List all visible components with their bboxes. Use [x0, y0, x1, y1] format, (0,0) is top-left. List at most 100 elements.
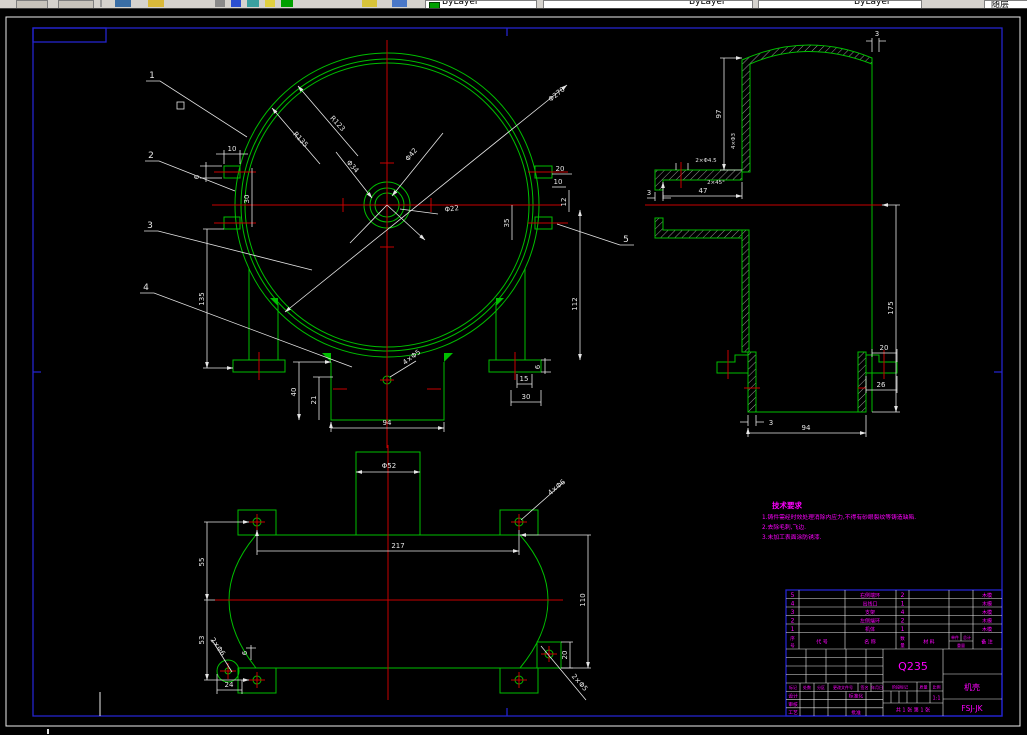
balloon-1: 1 — [149, 71, 155, 81]
bom-row-remark: 木模 — [982, 601, 992, 608]
bom-row-no: 5 — [791, 592, 795, 599]
dim-g15: 15 — [520, 375, 529, 383]
dim-b-53: 53 — [198, 636, 206, 645]
bom-row-qty: 1 — [901, 626, 905, 633]
dim-g30: 30 — [522, 393, 531, 401]
dim-s-2xd45: 2×Φ4.5 — [695, 158, 717, 164]
role-check: 审核 — [788, 701, 798, 708]
dim-s-26: 26 — [877, 381, 886, 389]
dim-s-chamfer: 2×45° — [707, 180, 725, 186]
notes-line-2: 2.去除毛刺,飞边. — [762, 523, 806, 531]
layer-color-icon[interactable] — [231, 0, 241, 7]
dim-s-97: 97 — [715, 110, 723, 119]
material-value: Q235 — [898, 660, 928, 673]
bom-row-qty: 1 — [901, 601, 905, 608]
bom-row-name: 左侧端环 — [860, 618, 880, 625]
bom-row-name: 支架 — [865, 609, 875, 616]
command-line[interactable] — [0, 727, 1027, 735]
stage-label: 阶段标记 — [892, 684, 908, 690]
ucs-icon[interactable] — [115, 0, 131, 7]
bom-row-name: 右侧端环 — [860, 592, 880, 599]
dim-u12: 12 — [560, 198, 568, 207]
dim-d42: Φ42 — [404, 147, 419, 163]
dim-b-4xd6: 4×Φ6 — [546, 478, 567, 498]
dim-r123: R123 — [328, 114, 346, 133]
layer-bulb-icon[interactable] — [265, 0, 275, 7]
layers-icon[interactable] — [148, 0, 164, 7]
rev-count: 处数 — [803, 684, 811, 690]
bom-row-remark: 木模 — [982, 626, 992, 633]
dim-g6: 6 — [534, 364, 542, 369]
bom-row-qty: 4 — [901, 609, 905, 616]
dim-b-d52: Φ52 — [382, 462, 396, 470]
bom-row-remark: 木模 — [982, 618, 992, 625]
revision-labels: 标记 处数 分区 更改文件号 签名 年月日 — [789, 684, 883, 690]
dim-f40: 40 — [290, 388, 298, 397]
rev-zone: 分区 — [817, 684, 825, 690]
command-caret — [47, 729, 49, 734]
bom-header-qty: 数 — [900, 635, 905, 642]
bom-row-qty: 2 — [901, 592, 905, 599]
layer-previous-icon[interactable] — [392, 0, 407, 7]
bom-table: 序 号 代 号 名 称 数 量 材 料 单件 总计 重量 备 注 5 右侧端环 … — [785, 589, 1003, 717]
bom-row-no: 2 — [791, 618, 795, 625]
balloon-5: 5 — [623, 235, 629, 245]
color-combo-value: ByLayer — [442, 0, 479, 7]
balloon-4: 4 — [143, 283, 149, 293]
make-layer-icon[interactable] — [362, 0, 377, 7]
title-block: 标记 处数 分区 更改文件号 签名 年月日 设计 标准化 审核 工艺 批准 Q2… — [786, 649, 1002, 716]
bom-header-name: 名 称 — [864, 639, 876, 646]
layer-state-icon[interactable] — [215, 0, 225, 7]
dim-b-55: 55 — [198, 558, 206, 567]
dim-s-4xd3: 4×Φ3 — [731, 133, 737, 149]
bom-header-unit: 单件 — [951, 634, 959, 640]
bom-header-qty2: 量 — [900, 642, 905, 649]
role-labels: 设计 标准化 审核 工艺 批准 — [788, 693, 863, 717]
layer-plot-icon[interactable] — [281, 0, 293, 7]
mass-label: 质量 — [920, 684, 928, 690]
dim-s-175: 175 — [887, 301, 895, 314]
dim-u10: 10 — [554, 178, 563, 186]
dim-b-6: 6 — [241, 650, 249, 655]
dim-135: 135 — [198, 292, 206, 305]
dim-s-l3: 3 — [647, 189, 651, 197]
bom-header-total: 总计 — [963, 634, 971, 640]
dim-b-2xd6: 2×Φ6 — [209, 636, 228, 658]
dim-s-20: 20 — [880, 344, 889, 352]
bom-row-no: 4 — [791, 601, 795, 608]
dim-f94: 94 — [383, 419, 392, 427]
layer-lock-icon[interactable] — [247, 0, 259, 7]
bom-header-remark: 备 注 — [981, 639, 993, 646]
dim-d34: Φ34 — [345, 159, 361, 175]
dim-b-217: 217 — [391, 542, 404, 550]
dim-d270: Φ270 — [547, 85, 567, 103]
bom-row-no: 1 — [791, 626, 795, 633]
dim-s-47: 47 — [699, 187, 708, 195]
rev-date: 年月日 — [871, 684, 883, 690]
bom-row-remark: 木模 — [982, 592, 992, 599]
dim-b-24: 24 — [225, 681, 234, 689]
surface-symbol — [176, 101, 185, 110]
scale-label: 比例 — [933, 684, 941, 690]
scale-value: 1:1 — [932, 696, 940, 702]
rev-sign: 签名 — [861, 684, 869, 690]
drawing-canvas[interactable]: Φ270 R123 R135 Φ34 Φ42 Φ22 10 6 30 135 2… — [0, 8, 1027, 727]
role-process: 工艺 — [788, 710, 798, 716]
cad-window: ByLayer ByLayer ByLayer 随层 Φ270 R123 R13… — [0, 0, 1027, 735]
sheet-count: 共 1 张 第 1 张 — [896, 707, 930, 714]
part-name: 机壳 — [964, 682, 980, 692]
dim-s-t3: 3 — [875, 30, 879, 38]
drawing-number: FSJ-JK — [961, 704, 983, 713]
dim-f21: 21 — [310, 396, 318, 405]
linetype-combo-value: ByLayer — [689, 0, 726, 7]
lineweight-combo-value: ByLayer — [854, 0, 891, 7]
rev-doc: 更改文件号 — [833, 684, 853, 690]
bom-row-qty: 2 — [901, 618, 905, 625]
bottom-view: Φ52 217 55 53 110 24 6 20 4×Φ6 2×Φ5 2×Φ6 — [198, 445, 591, 701]
bom-header-material: 材 料 — [923, 639, 935, 646]
dim-b-2xd5: 2×Φ5 — [570, 672, 590, 692]
role-approve: 批准 — [851, 709, 861, 716]
notes-title: 技术要求 — [772, 500, 802, 510]
notes-line-3: 3.未加工表面涂防锈漆. — [762, 533, 822, 541]
dim-d22: Φ22 — [444, 204, 459, 214]
